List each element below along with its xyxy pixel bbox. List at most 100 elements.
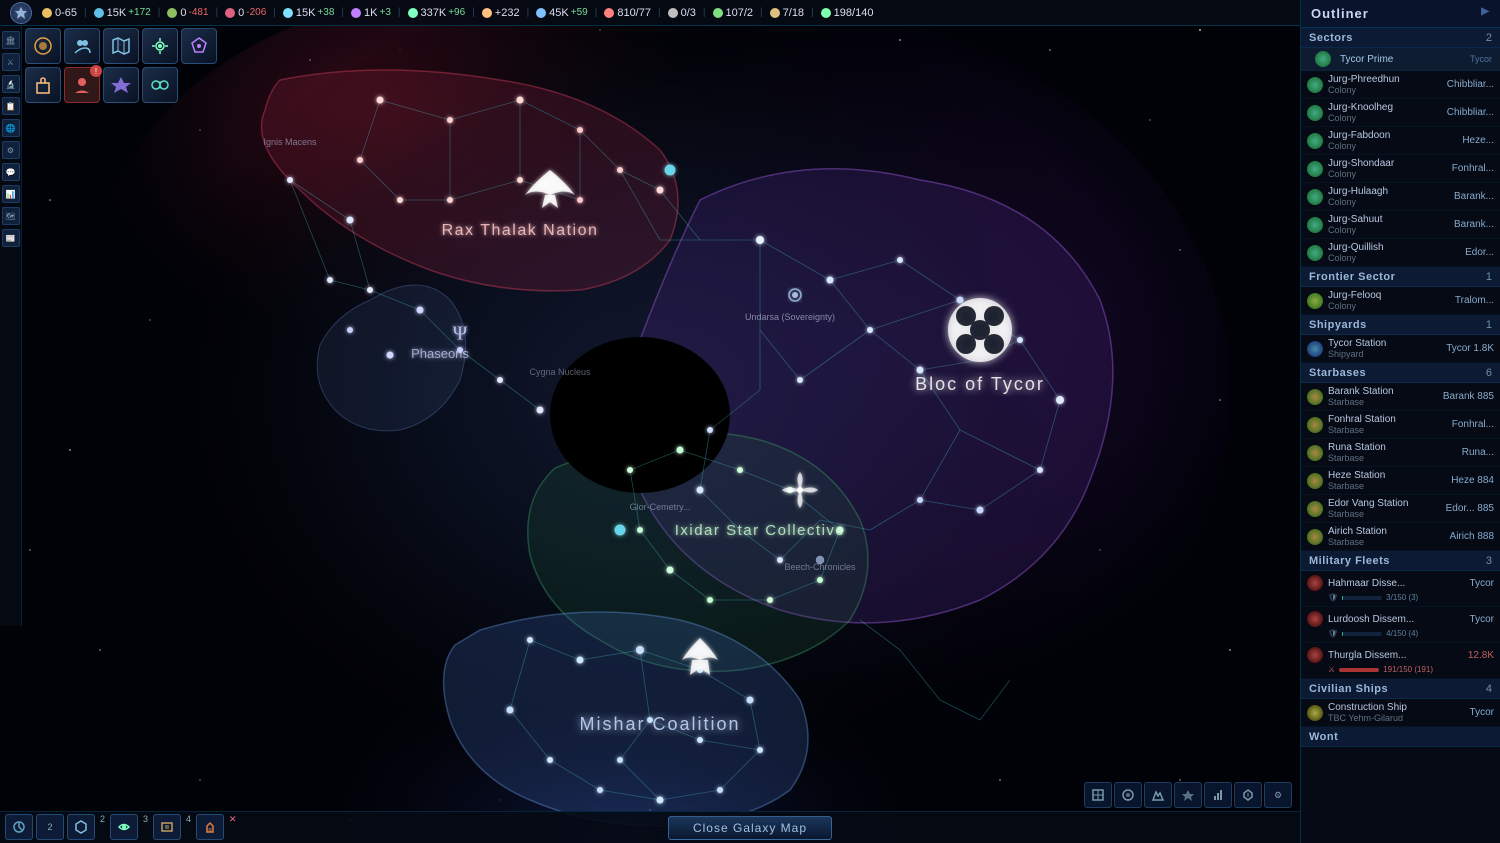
resource-energy: 0-65 (42, 7, 77, 19)
tech-btn[interactable] (142, 28, 178, 64)
system-label: Undarsa (Sovereignty) (745, 312, 835, 322)
resource-stability: 198/140 (821, 7, 874, 19)
starbase-heze[interactable]: Heze Station Starbase Heze 884 (1301, 467, 1500, 495)
action-count-4: 4 (186, 814, 191, 840)
resource-unity: 45K+59 (536, 7, 588, 19)
bloc-of-tycor-symbol (948, 298, 1012, 362)
starbase-icon (1307, 445, 1323, 461)
action-count-3: 3 (143, 814, 148, 840)
toolbar-btn-1[interactable]: 🏛 (2, 31, 20, 49)
wont-header[interactable]: Wont (1301, 727, 1500, 747)
fleet-hahmaar[interactable]: Hahmaar Disse... Tycor 🛡 3/150 (3) (1301, 571, 1500, 607)
resource-research: 337K+96 (408, 7, 466, 19)
map-mode-4[interactable] (1174, 782, 1202, 808)
action-btn-5[interactable] (153, 814, 181, 840)
sectors-header[interactable]: Sectors 2 (1301, 28, 1500, 48)
planet-icon (1307, 161, 1323, 177)
toolbar-btn-9[interactable]: 🗺 (2, 207, 20, 225)
action-btn-2[interactable]: 2 (36, 814, 64, 840)
action-btn-3[interactable] (67, 814, 95, 840)
colony-jurg-hulaagh[interactable]: Jurg-Hulaagh Colony Barank... (1301, 183, 1500, 211)
colony-jurg-phreedhun[interactable]: Jurg-Phreedhun Colony Chibbliar... (1301, 71, 1500, 99)
population-btn[interactable] (64, 28, 100, 64)
shipyard-tycor[interactable]: Tycor Station Shipyard Tycor 1.8K (1301, 335, 1500, 363)
toolbar-btn-4[interactable]: 📋 (2, 97, 20, 115)
system-label: Ignis Macens (263, 137, 317, 147)
toolbar-btn-6[interactable]: ⚙ (2, 141, 20, 159)
toolbar-btn-7[interactable]: 💬 (2, 163, 20, 181)
action-btn-6[interactable] (196, 814, 224, 840)
map-mode-2[interactable] (1114, 782, 1142, 808)
diplomacy-btn[interactable] (142, 67, 178, 103)
frontier-icon (1307, 293, 1323, 309)
outliner-panel: Outliner ▶ Sectors 2 Tycor Prime Tycor J… (1300, 0, 1500, 843)
starbase-icon (1307, 529, 1323, 545)
left-toolbar: 🏛 ⚔ 🔬 📋 🌐 ⚙ 💬 📊 🗺 📰 (0, 26, 22, 626)
planet-icon (1307, 105, 1323, 121)
outliner-close[interactable]: ▶ (1481, 6, 1490, 17)
military-fleets-header[interactable]: Military Fleets 3 (1301, 551, 1500, 571)
resource-fleet: 810/77 (604, 7, 651, 19)
fleet-thurgla[interactable]: Thurgla Dissem... 12.8K ⚔ 191/150 (191) (1301, 643, 1500, 679)
fleet-lurdoosh[interactable]: Lurdoosh Dissem... Tycor 🛡 4/150 (4) (1301, 607, 1500, 643)
colony-jurg-quillish[interactable]: Jurg-Quillish Colony Edor... (1301, 239, 1500, 267)
empire-btn[interactable] (25, 67, 61, 103)
tycor-prime-subsection[interactable]: Tycor Prime Tycor (1301, 48, 1500, 71)
frontier-header[interactable]: Frontier Sector 1 (1301, 267, 1500, 287)
planet-icon (1307, 245, 1323, 261)
civilian-ships-header[interactable]: Civilian Ships 4 (1301, 679, 1500, 699)
colony-jurg-sahuut[interactable]: Jurg-Sahuut Colony Barank... (1301, 211, 1500, 239)
map-mode-3[interactable] (1144, 782, 1172, 808)
close-galaxy-button[interactable]: Close Galaxy Map (668, 816, 832, 840)
resource-influence: +232 (482, 7, 520, 19)
action-btn-4[interactable] (110, 814, 138, 840)
map-mode-6[interactable] (1234, 782, 1262, 808)
starbase-edor-vang[interactable]: Edor Vang Station Starbase Edor... 885 (1301, 495, 1500, 523)
shipyards-header[interactable]: Shipyards 1 (1301, 315, 1500, 335)
toolbar-btn-5[interactable]: 🌐 (2, 119, 20, 137)
toolbar-btn-10[interactable]: 📰 (2, 229, 20, 247)
resource-admin: 0/3 (668, 7, 696, 19)
planet-icon (1307, 189, 1323, 205)
traditions-btn[interactable] (103, 67, 139, 103)
resource-exotic: 1K+3 (351, 7, 391, 19)
colony-jurg-shondaar[interactable]: Jurg-Shondaar Colony Fonhral... (1301, 155, 1500, 183)
galaxy-map[interactable]: Ψ Bloc of Tycor Rax Thalak Nation Ixidar… (0, 0, 1300, 843)
phaseons-label: Phaseons (411, 346, 469, 361)
map-mode-7[interactable]: ⚙ (1264, 782, 1292, 808)
colony-jurg-knoolheg[interactable]: Jurg-Knoolheg Colony Chibbliar... (1301, 99, 1500, 127)
planet-icon (1307, 77, 1323, 93)
system-label: Cygna Nucleus (529, 367, 591, 377)
civilian-construction[interactable]: Construction Ship TBC Yehm-Gilarud Tycor (1301, 699, 1500, 727)
fleet-icon (1307, 575, 1323, 591)
planets-btn[interactable] (25, 28, 61, 64)
colony-jurg-felooq[interactable]: Jurg-Felooq Colony Tralom... (1301, 287, 1500, 315)
starbase-icon (1307, 501, 1323, 517)
empire-icon[interactable] (10, 2, 32, 24)
leaders-btn[interactable]: ! (64, 67, 100, 103)
resource-consumer: 0-206 (225, 7, 266, 19)
toolbar-btn-3[interactable]: 🔬 (2, 75, 20, 93)
map-btn[interactable] (103, 28, 139, 64)
resource-housing: 107/2 (713, 7, 754, 19)
anomaly-center (792, 292, 798, 298)
starbases-header[interactable]: Starbases 6 (1301, 363, 1500, 383)
resource-jobs: 7/18 (770, 7, 804, 19)
starbase-barank[interactable]: Barank Station Starbase Barank 885 (1301, 383, 1500, 411)
starbase-icon (1307, 389, 1323, 405)
toolbar-btn-8[interactable]: 📊 (2, 185, 20, 203)
colony-jurg-fabdoon[interactable]: Jurg-Fabdoon Colony Heze... (1301, 127, 1500, 155)
map-mode-5[interactable] (1204, 782, 1232, 808)
planet-icon (1307, 217, 1323, 233)
factions-btn[interactable] (181, 28, 217, 64)
starbase-airich[interactable]: Airich Station Starbase Airich 888 (1301, 523, 1500, 551)
system-label: Glor-Cemetry... (630, 502, 691, 512)
resource-minerals: 15K+172 (94, 7, 151, 19)
map-mode-1[interactable] (1084, 782, 1112, 808)
toolbar-btn-2[interactable]: ⚔ (2, 53, 20, 71)
ixidar-label: Ixidar Star Collective (675, 522, 846, 539)
action-btn-1[interactable] (5, 814, 33, 840)
phaseons-symbol: Ψ (453, 323, 468, 345)
starbase-fonhral[interactable]: Fonhral Station Starbase Fonhral... (1301, 411, 1500, 439)
starbase-runa[interactable]: Runa Station Starbase Runa... (1301, 439, 1500, 467)
